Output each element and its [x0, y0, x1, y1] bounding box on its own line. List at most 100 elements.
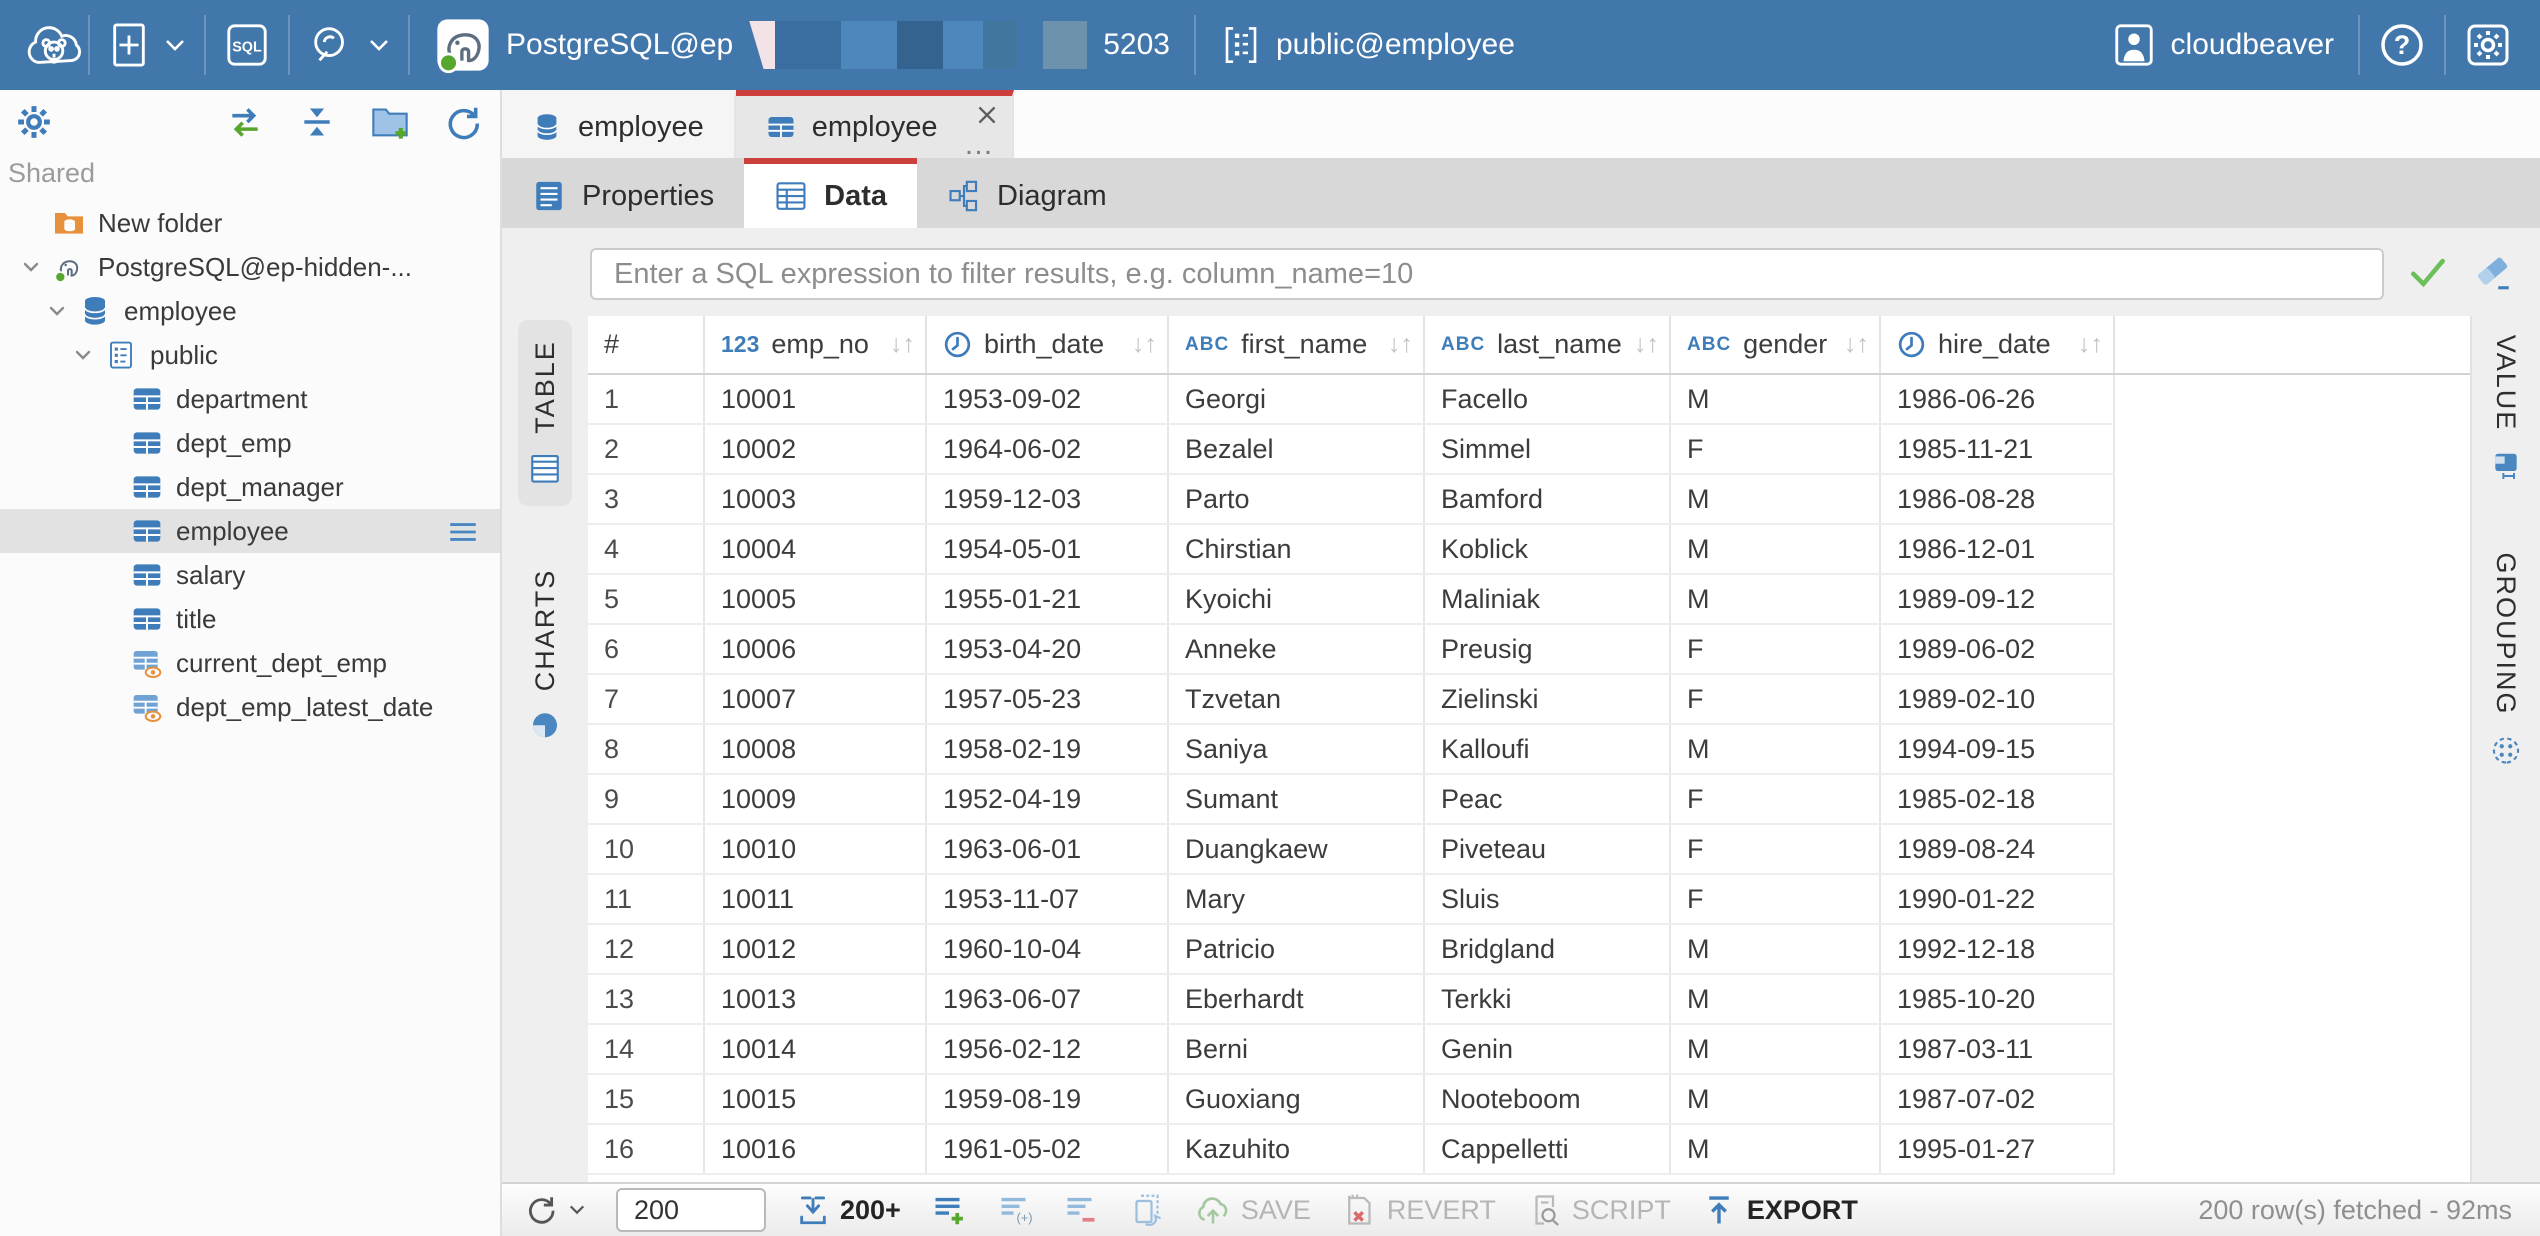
- result-grid[interactable]: #123emp_no↓↑birth_date↓↑ABCfirst_name↓↑A…: [588, 316, 2470, 1175]
- data-cell[interactable]: 1954-05-01: [926, 524, 1168, 574]
- data-cell[interactable]: Bamford: [1424, 474, 1670, 524]
- data-cell[interactable]: Piveteau: [1424, 824, 1670, 874]
- data-cell[interactable]: Koblick: [1424, 524, 1670, 574]
- data-cell[interactable]: Sumant: [1168, 774, 1424, 824]
- data-cell[interactable]: M: [1670, 574, 1880, 624]
- column-header-last_name[interactable]: ABClast_name↓↑: [1424, 316, 1670, 374]
- table-row[interactable]: 11100111953-11-07MarySluisF1990-01-22: [588, 874, 2470, 924]
- data-cell[interactable]: 10007: [704, 674, 926, 724]
- data-cell[interactable]: Patricio: [1168, 924, 1424, 974]
- presentation-tab-charts[interactable]: CHARTS: [518, 550, 572, 760]
- tree-item-postgresql-ep-hidden-[interactable]: PostgreSQL@ep-hidden-...: [0, 245, 500, 289]
- column-header-num[interactable]: #: [588, 316, 704, 374]
- refresh-document-button[interactable]: [1129, 1192, 1165, 1228]
- connection-selector[interactable]: PostgreSQL@ep 5203: [410, 0, 1194, 90]
- data-cell[interactable]: Kyoichi: [1168, 574, 1424, 624]
- data-cell[interactable]: 1952-04-19: [926, 774, 1168, 824]
- data-cell[interactable]: 1963-06-07: [926, 974, 1168, 1024]
- data-cell[interactable]: 1955-01-21: [926, 574, 1168, 624]
- data-cell[interactable]: 10014: [704, 1024, 926, 1074]
- data-cell[interactable]: 1989-02-10: [1880, 674, 2114, 724]
- sort-toggle-icon[interactable]: ↓↑: [890, 330, 915, 359]
- table-row[interactable]: 2100021964-06-02BezalelSimmelF1985-11-21: [588, 424, 2470, 474]
- data-cell[interactable]: Facello: [1424, 374, 1670, 424]
- data-cell[interactable]: Terkki: [1424, 974, 1670, 1024]
- row-number-cell[interactable]: 14: [588, 1024, 704, 1074]
- data-cell[interactable]: Parto: [1168, 474, 1424, 524]
- data-cell[interactable]: 1986-06-26: [1880, 374, 2114, 424]
- table-row[interactable]: 1100011953-09-02GeorgiFacelloM1986-06-26: [588, 374, 2470, 424]
- data-cell[interactable]: F: [1670, 624, 1880, 674]
- cloudbeaver-logo-icon[interactable]: [22, 16, 88, 74]
- row-number-cell[interactable]: 2: [588, 424, 704, 474]
- data-cell[interactable]: 1985-02-18: [1880, 774, 2114, 824]
- table-row[interactable]: 14100141956-02-12BerniGeninM1987-03-11: [588, 1024, 2470, 1074]
- table-row[interactable]: 3100031959-12-03PartoBamfordM1986-08-28: [588, 474, 2470, 524]
- data-cell[interactable]: 10010: [704, 824, 926, 874]
- data-cell[interactable]: Georgi: [1168, 374, 1424, 424]
- data-cell[interactable]: M: [1670, 1074, 1880, 1124]
- table-row[interactable]: 13100131963-06-07EberhardtTerkkiM1985-10…: [588, 974, 2470, 1024]
- row-number-cell[interactable]: 8: [588, 724, 704, 774]
- chevron-down-icon[interactable]: [14, 255, 48, 279]
- sort-toggle-icon[interactable]: ↓↑: [2078, 330, 2103, 359]
- data-cell[interactable]: M: [1670, 724, 1880, 774]
- chevron-down-icon[interactable]: [40, 299, 74, 323]
- data-cell[interactable]: 10001: [704, 374, 926, 424]
- data-cell[interactable]: 1987-07-02: [1880, 1074, 2114, 1124]
- data-cell[interactable]: Saniya: [1168, 724, 1424, 774]
- fetch-more-button[interactable]: 200+: [796, 1193, 901, 1227]
- data-cell[interactable]: M: [1670, 924, 1880, 974]
- collapse-all-icon[interactable]: [298, 103, 336, 141]
- data-cell[interactable]: Duangkaew: [1168, 824, 1424, 874]
- tab-menu-dots-icon[interactable]: …: [964, 128, 996, 162]
- data-cell[interactable]: Tzvetan: [1168, 674, 1424, 724]
- data-cell[interactable]: Preusig: [1424, 624, 1670, 674]
- new-folder-icon[interactable]: [370, 102, 410, 142]
- row-number-cell[interactable]: 16: [588, 1124, 704, 1174]
- data-cell[interactable]: 1961-05-02: [926, 1124, 1168, 1174]
- column-header-birth_date[interactable]: birth_date↓↑: [926, 316, 1168, 374]
- data-cell[interactable]: Kazuhito: [1168, 1124, 1424, 1174]
- chevron-down-icon[interactable]: [66, 343, 100, 367]
- data-cell[interactable]: 10016: [704, 1124, 926, 1174]
- tree-item-employee[interactable]: employee: [0, 289, 500, 333]
- table-row[interactable]: 10100101963-06-01DuangkaewPiveteauF1989-…: [588, 824, 2470, 874]
- tree-item-public[interactable]: public: [0, 333, 500, 377]
- row-number-cell[interactable]: 6: [588, 624, 704, 674]
- data-cell[interactable]: 10008: [704, 724, 926, 774]
- tab-employee-database[interactable]: employee: [502, 90, 736, 158]
- duplicate-row-button[interactable]: (+): [997, 1192, 1033, 1228]
- data-cell[interactable]: Kalloufi: [1424, 724, 1670, 774]
- data-cell[interactable]: Eberhardt: [1168, 974, 1424, 1024]
- data-cell[interactable]: Zielinski: [1424, 674, 1670, 724]
- navigator-settings-gear-icon[interactable]: [14, 102, 54, 142]
- data-cell[interactable]: 1987-03-11: [1880, 1024, 2114, 1074]
- data-cell[interactable]: 1989-08-24: [1880, 824, 2114, 874]
- data-cell[interactable]: F: [1670, 774, 1880, 824]
- data-cell[interactable]: 10005: [704, 574, 926, 624]
- data-cell[interactable]: 1959-12-03: [926, 474, 1168, 524]
- data-cell[interactable]: Genin: [1424, 1024, 1670, 1074]
- connection-search-button[interactable]: [290, 0, 408, 90]
- tree-item-dept-emp-latest-date[interactable]: dept_emp_latest_date: [0, 685, 500, 729]
- data-cell[interactable]: 1953-09-02: [926, 374, 1168, 424]
- data-cell[interactable]: 1986-08-28: [1880, 474, 2114, 524]
- sql-filter-input[interactable]: [590, 248, 2384, 300]
- table-row[interactable]: 15100151959-08-19GuoxiangNooteboomM1987-…: [588, 1074, 2470, 1124]
- data-cell[interactable]: 1989-06-02: [1880, 624, 2114, 674]
- row-number-cell[interactable]: 10: [588, 824, 704, 874]
- column-header-emp_no[interactable]: 123emp_no↓↑: [704, 316, 926, 374]
- data-cell[interactable]: 1990-01-22: [1880, 874, 2114, 924]
- data-cell[interactable]: M: [1670, 1024, 1880, 1074]
- row-number-cell[interactable]: 13: [588, 974, 704, 1024]
- data-cell[interactable]: 10009: [704, 774, 926, 824]
- data-cell[interactable]: Nooteboom: [1424, 1074, 1670, 1124]
- data-cell[interactable]: Sluis: [1424, 874, 1670, 924]
- tree-item-new-folder[interactable]: New folder: [0, 201, 500, 245]
- data-cell[interactable]: F: [1670, 424, 1880, 474]
- data-cell[interactable]: Guoxiang: [1168, 1074, 1424, 1124]
- script-button[interactable]: SCRIPT: [1526, 1192, 1671, 1228]
- data-cell[interactable]: 1994-09-15: [1880, 724, 2114, 774]
- panel-tab-value[interactable]: VALUE: [2475, 316, 2537, 500]
